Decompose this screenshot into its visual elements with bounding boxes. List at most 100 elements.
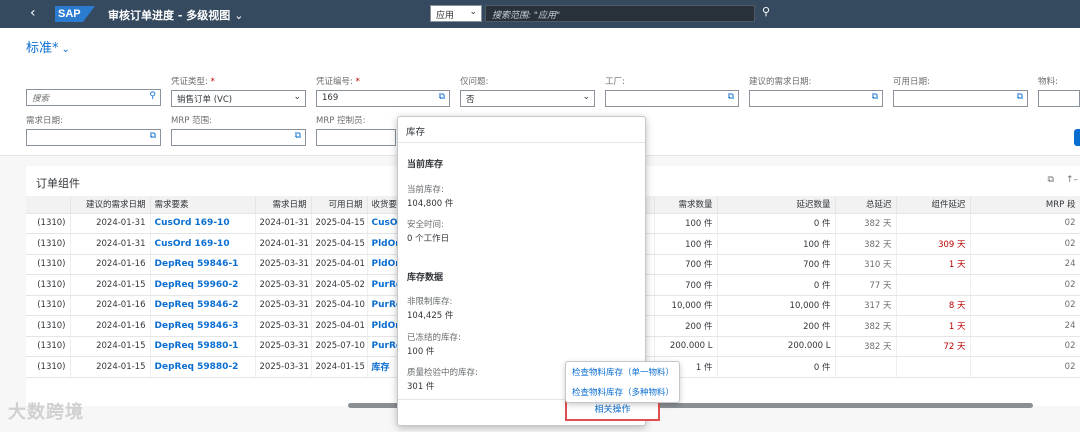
table-cell: 2024-01-15 bbox=[70, 356, 151, 378]
filter-search-input[interactable]: 搜索 ⚲ bbox=[26, 89, 161, 106]
popover-title: 库存 bbox=[398, 117, 645, 143]
variant-label: 标准* bbox=[26, 41, 59, 56]
table-cell: 02 bbox=[970, 233, 1080, 255]
table-cell: 1 天 bbox=[896, 315, 971, 337]
menu-item-check-stock-single[interactable]: 检查物料库存（单一物料） bbox=[566, 362, 679, 382]
table-cell: 2024-01-31 bbox=[70, 213, 151, 234]
go-button[interactable] bbox=[1074, 129, 1080, 146]
table-cell: 72 天 bbox=[896, 336, 971, 357]
table-cell[interactable]: DepReq 59846-1 bbox=[150, 254, 256, 275]
col-header[interactable] bbox=[26, 196, 71, 214]
col-header-total-delay[interactable]: 总延迟 bbox=[835, 196, 897, 214]
table-cell: 310 天 bbox=[835, 254, 897, 275]
value-help-icon[interactable]: ⧉ bbox=[728, 92, 734, 102]
table-cell: 10,000 件 bbox=[717, 295, 836, 316]
value-help-icon[interactable]: ⧉ bbox=[295, 131, 301, 141]
calendar-icon[interactable]: ⧉ bbox=[150, 131, 156, 141]
chevron-down-icon: ⌄ bbox=[582, 92, 590, 102]
search-icon[interactable]: ⚲ bbox=[149, 91, 156, 101]
col-header-mrp-area[interactable]: MRP 段 bbox=[970, 196, 1080, 214]
table-cell: 77 天 bbox=[835, 274, 897, 296]
table-cell[interactable]: DepReq 59880-1 bbox=[150, 336, 256, 357]
table-cell: 100 件 bbox=[717, 233, 836, 255]
suggested-date-input[interactable]: ⧉ bbox=[749, 90, 883, 107]
calendar-icon[interactable]: ⧉ bbox=[872, 92, 878, 102]
col-header-available-date[interactable]: 可用日期 bbox=[311, 196, 368, 214]
search-icon[interactable]: ⚲ bbox=[762, 5, 770, 18]
table-cell: (1310) bbox=[26, 295, 71, 316]
table-cell: 200 件 bbox=[654, 315, 718, 337]
table-cell: 2024-01-16 bbox=[70, 315, 151, 337]
table-cell: 02 bbox=[970, 213, 1080, 234]
plant-input[interactable]: ⧉ bbox=[605, 90, 739, 107]
menu-item-check-stock-multiple[interactable]: 检查物料库存（多种物料） bbox=[566, 382, 679, 402]
col-header-component-delay[interactable]: 组件延迟 bbox=[896, 196, 971, 214]
suggested-date-label: 建议的需求日期: bbox=[749, 77, 812, 87]
voucher-type-select[interactable]: 销售订单 (VC) ⌄ bbox=[171, 90, 306, 107]
col-header-delay-qty[interactable]: 延迟数量 bbox=[717, 196, 836, 214]
table-cell[interactable]: DepReq 59846-2 bbox=[150, 295, 256, 316]
table-cell: 2025-03-31 bbox=[255, 356, 312, 378]
table-cell: 2024-01-31 bbox=[255, 233, 312, 255]
col-header-suggested-date[interactable]: 建议的需求日期 bbox=[70, 196, 151, 214]
table-cell: 2024-01-31 bbox=[255, 213, 312, 234]
available-date-input[interactable]: ⧉ bbox=[893, 90, 1028, 107]
variant-selector[interactable]: 标准* ⌄ bbox=[26, 37, 70, 56]
table-cell: 700 件 bbox=[717, 254, 836, 275]
table-cell[interactable]: CusOrd 169-10 bbox=[150, 233, 256, 255]
table-cell: 2024-01-31 bbox=[70, 233, 151, 255]
unrestricted-stock-value: 104,425 件 bbox=[407, 311, 454, 321]
table-title: 订单组件 bbox=[36, 177, 80, 190]
table-cell[interactable]: DepReq 59846-3 bbox=[150, 315, 256, 337]
voucher-no-value: 169 bbox=[322, 93, 339, 103]
voucher-no-input[interactable]: 169 ⧉ bbox=[316, 90, 450, 107]
table-cell: (1310) bbox=[26, 233, 71, 255]
col-header-demand-qty[interactable]: 需求数量 bbox=[654, 196, 718, 214]
only-issue-select[interactable]: 否 ⌄ bbox=[460, 90, 595, 107]
table-cell[interactable]: DepReq 59960-2 bbox=[150, 274, 256, 296]
qi-stock-value: 301 件 bbox=[407, 382, 435, 392]
table-cell bbox=[896, 213, 971, 234]
filter-search-placeholder: 搜索 bbox=[32, 94, 50, 104]
table-cell: 700 件 bbox=[654, 274, 718, 296]
material-input[interactable] bbox=[1038, 90, 1080, 107]
table-cell: 100 件 bbox=[654, 233, 718, 255]
shell-search-input[interactable]: 搜索范围: "应用" bbox=[485, 5, 755, 22]
table-cell[interactable]: DepReq 59880-2 bbox=[150, 356, 256, 378]
table-cell[interactable]: CusOrd 169-10 bbox=[150, 213, 256, 234]
current-stock-section-title: 当前库存 bbox=[407, 160, 444, 170]
mrp-range-input[interactable]: ⧉ bbox=[171, 129, 306, 146]
demand-date-label: 需求日期: bbox=[26, 116, 63, 126]
qi-stock-label: 质量检验中的库存: bbox=[407, 368, 478, 378]
col-header-demand-element[interactable]: 需求要素 bbox=[150, 196, 256, 214]
table-cell: 100 件 bbox=[654, 213, 718, 234]
shell-bar: ‹ SAP 审核订单进度 - 多级视图 ⌄ 应用 ⌄ 搜索范围: "应用" ⚲ bbox=[0, 0, 1080, 28]
table-cell: 1 天 bbox=[896, 254, 971, 275]
mrp-controller-input[interactable] bbox=[316, 129, 396, 146]
calendar-icon[interactable]: ⧉ bbox=[1017, 92, 1023, 102]
table-cell: 317 天 bbox=[835, 295, 897, 316]
value-help-icon[interactable]: ⧉ bbox=[439, 92, 445, 102]
table-cell: 24 bbox=[970, 315, 1080, 337]
voucher-type-label: 凭证类型: * bbox=[171, 77, 215, 87]
demand-date-input[interactable]: ⧉ bbox=[26, 129, 161, 146]
search-scope-select[interactable]: 应用 ⌄ bbox=[430, 5, 482, 22]
current-stock-label: 当前库存: bbox=[407, 185, 444, 195]
back-icon[interactable]: ‹ bbox=[30, 5, 36, 21]
table-cell bbox=[896, 356, 971, 378]
table-cell: 0 件 bbox=[717, 213, 836, 234]
sap-logo[interactable]: SAP bbox=[55, 6, 95, 22]
voucher-no-label: 凭证编号: * bbox=[316, 77, 360, 87]
table-cell bbox=[835, 356, 897, 378]
col-header-demand-date[interactable]: 需求日期 bbox=[255, 196, 312, 214]
app-title[interactable]: 审核订单进度 - 多级视图 ⌄ bbox=[108, 7, 243, 23]
copy-icon[interactable]: ⧉ bbox=[1048, 175, 1054, 185]
table-cell: 2024-05-02 bbox=[311, 274, 368, 296]
sort-icon[interactable]: ↑– bbox=[1066, 175, 1078, 185]
app-title-text: 审核订单进度 - 多级视图 bbox=[108, 9, 231, 22]
safety-time-value: 0 个工作日 bbox=[407, 234, 450, 244]
table-cell: (1310) bbox=[26, 254, 71, 275]
table-cell: (1310) bbox=[26, 356, 71, 378]
table-cell: 2025-04-15 bbox=[311, 233, 368, 255]
table-cell: 2025-03-31 bbox=[255, 295, 312, 316]
